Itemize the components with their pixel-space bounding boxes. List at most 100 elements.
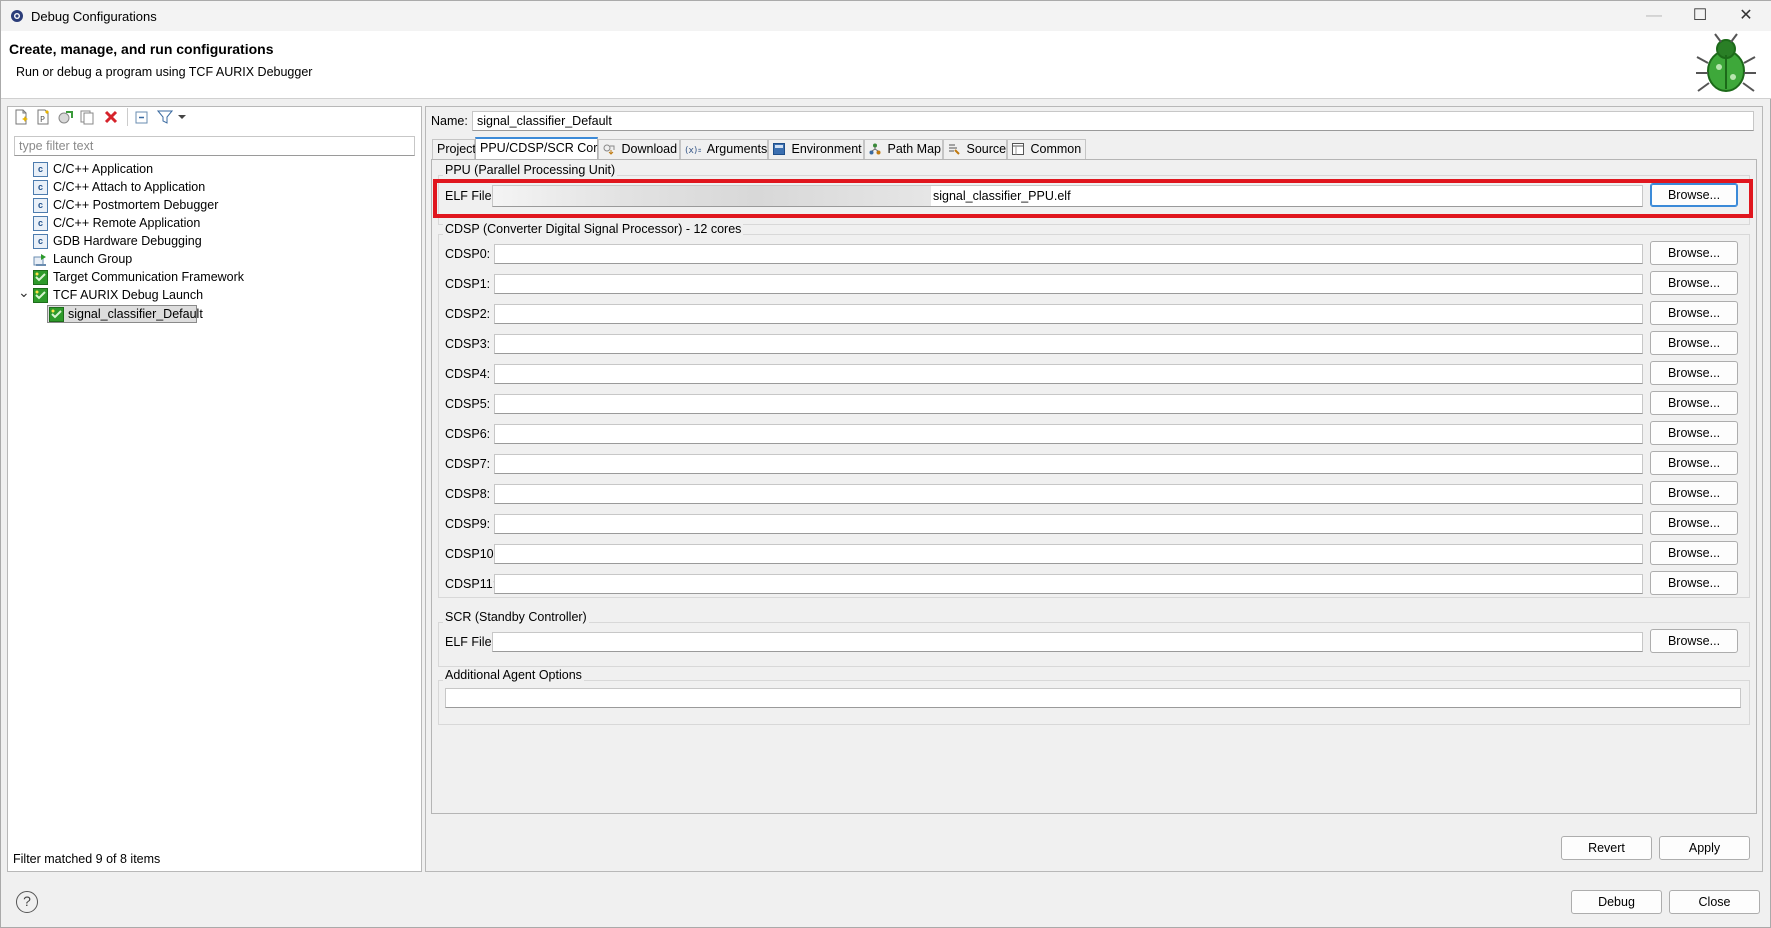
c-launch-icon: c [33,234,48,249]
filter-input[interactable]: type filter text [14,136,415,156]
new-config-icon[interactable] [13,109,29,125]
cdsp-group-title: CDSP (Converter Digital Signal Processor… [443,222,744,236]
export-icon[interactable] [57,109,73,125]
scr-elf-field[interactable] [492,632,1643,652]
cdsp0-label: CDSP0: [445,247,491,261]
cdsp2-browse-button[interactable]: Browse... [1650,301,1738,325]
environment-icon [773,143,785,155]
tab-path-map[interactable]: Path Map [864,139,943,159]
maximize-button[interactable]: ☐ [1677,5,1723,27]
agent-options-field[interactable] [445,688,1741,708]
scr-browse-button[interactable]: Browse... [1650,629,1738,653]
cdsp8-browse-button[interactable]: Browse... [1650,481,1738,505]
apply-button[interactable]: Apply [1659,836,1750,860]
svg-text:(x)=: (x)= [685,146,701,155]
cdsp6-field[interactable] [494,424,1643,444]
close-button[interactable]: Close [1669,890,1760,914]
cdsp6-label: CDSP6: [445,427,491,441]
c-launch-icon: c [33,162,48,177]
cdsp7-label: CDSP7: [445,457,491,471]
cdsp8-field[interactable] [494,484,1643,504]
tab-label: Source [966,142,1007,156]
duplicate-icon[interactable] [79,109,95,125]
cdsp7-browse-button[interactable]: Browse... [1650,451,1738,475]
cdsp5-browse-button[interactable]: Browse... [1650,391,1738,415]
cdsp1-browse-button[interactable]: Browse... [1650,271,1738,295]
cdsp10-browse-button[interactable]: Browse... [1650,541,1738,565]
dropdown-arrow-icon[interactable] [177,109,187,125]
launch-group-icon [33,254,46,266]
revert-button[interactable]: Revert [1561,836,1652,860]
tree-item-label: Target Communication Framework [53,270,245,284]
debug-button[interactable]: Debug [1571,890,1662,914]
tab-download[interactable]: Download [598,139,680,159]
cdsp4-browse-button[interactable]: Browse... [1650,361,1738,385]
tcf-icon [33,270,48,285]
scr-group-title: SCR (Standby Controller) [443,610,589,624]
filter-icon[interactable] [157,109,173,125]
cdsp8-label: CDSP8: [445,487,491,501]
new-prototype-icon[interactable]: P [35,109,51,125]
cdsp3-browse-button[interactable]: Browse... [1650,331,1738,355]
dialog-header: Create, manage, and run configurations R… [1,31,1771,99]
tab-label: PPU/CDSP/SCR Cores [480,141,611,155]
expand-chevron-icon[interactable]: ⌄ [18,284,30,301]
debug-configurations-window: Debug Configurations — ☐ ✕ Create, manag… [0,0,1771,928]
collapse-all-icon[interactable] [134,109,150,125]
cdsp11-browse-button[interactable]: Browse... [1650,571,1738,595]
cdsp10-label: CDSP10: [445,547,498,561]
download-icon [603,144,615,155]
c-launch-icon: c [33,216,48,231]
cdsp10-field[interactable] [494,544,1643,564]
cdsp5-label: CDSP5: [445,397,491,411]
tab-source[interactable]: Source [943,139,1007,159]
c-launch-icon: c [33,198,48,213]
tab-label: Path Map [887,142,941,156]
tab-environment[interactable]: Environment [768,139,864,159]
tab-arguments[interactable]: (x)= Arguments [680,139,768,159]
tcf-icon [33,288,48,303]
tree-item-label: Launch Group [53,252,133,266]
cdsp0-browse-button[interactable]: Browse... [1650,241,1738,265]
cdsp9-browse-button[interactable]: Browse... [1650,511,1738,535]
tree-item-signal-classifier[interactable]: signal_classifier_Default [47,305,203,323]
tab-ppu-cdsp-scr-cores[interactable]: PPU/CDSP/SCR Cores [475,137,611,160]
cdsp2-field[interactable] [494,304,1643,324]
agent-options-title: Additional Agent Options [443,668,584,682]
arguments-icon: (x)= [685,146,701,155]
cdsp5-field[interactable] [494,394,1643,414]
cdsp2-label: CDSP2: [445,307,491,321]
debug-bug-icon [1696,33,1756,92]
cdsp4-field[interactable] [494,364,1643,384]
cdsp1-field[interactable] [494,274,1643,294]
tcf-icon [49,307,64,322]
cdsp9-field[interactable] [494,514,1643,534]
source-icon [949,144,960,155]
cdsp7-field[interactable] [494,454,1643,474]
name-label: Name: [431,114,468,128]
tab-label: Project [437,142,476,156]
minimize-button[interactable]: — [1631,5,1677,27]
filter-status: Filter matched 9 of 8 items [13,852,161,866]
tab-label: Arguments [706,142,768,156]
cdsp3-field[interactable] [494,334,1643,354]
tree-item-label: TCF AURIX Debug Launch [53,288,204,302]
cdsp11-field[interactable] [494,574,1643,594]
delete-icon[interactable] [103,109,119,125]
tab-label: Common [1030,142,1082,156]
cdsp0-field[interactable] [494,244,1643,264]
tree-item-label: C/C++ Attach to Application [53,180,206,194]
cdsp4-label: CDSP4: [445,367,491,381]
toolbar-separator [127,108,128,126]
tab-project[interactable]: Project [432,139,476,159]
name-field[interactable]: signal_classifier_Default [472,111,1754,131]
cdsp6-browse-button[interactable]: Browse... [1650,421,1738,445]
tree-item-label: signal_classifier_Default [68,307,203,321]
title-bar: Debug Configurations — ☐ ✕ [1,1,1771,31]
tree-item-label: C/C++ Remote Application [53,216,201,230]
close-window-button[interactable]: ✕ [1723,5,1769,27]
cdsp11-label: CDSP11: [445,577,497,591]
tab-common[interactable]: Common [1007,139,1086,159]
window-title: Debug Configurations [31,9,157,24]
help-icon[interactable]: ? [16,891,38,913]
